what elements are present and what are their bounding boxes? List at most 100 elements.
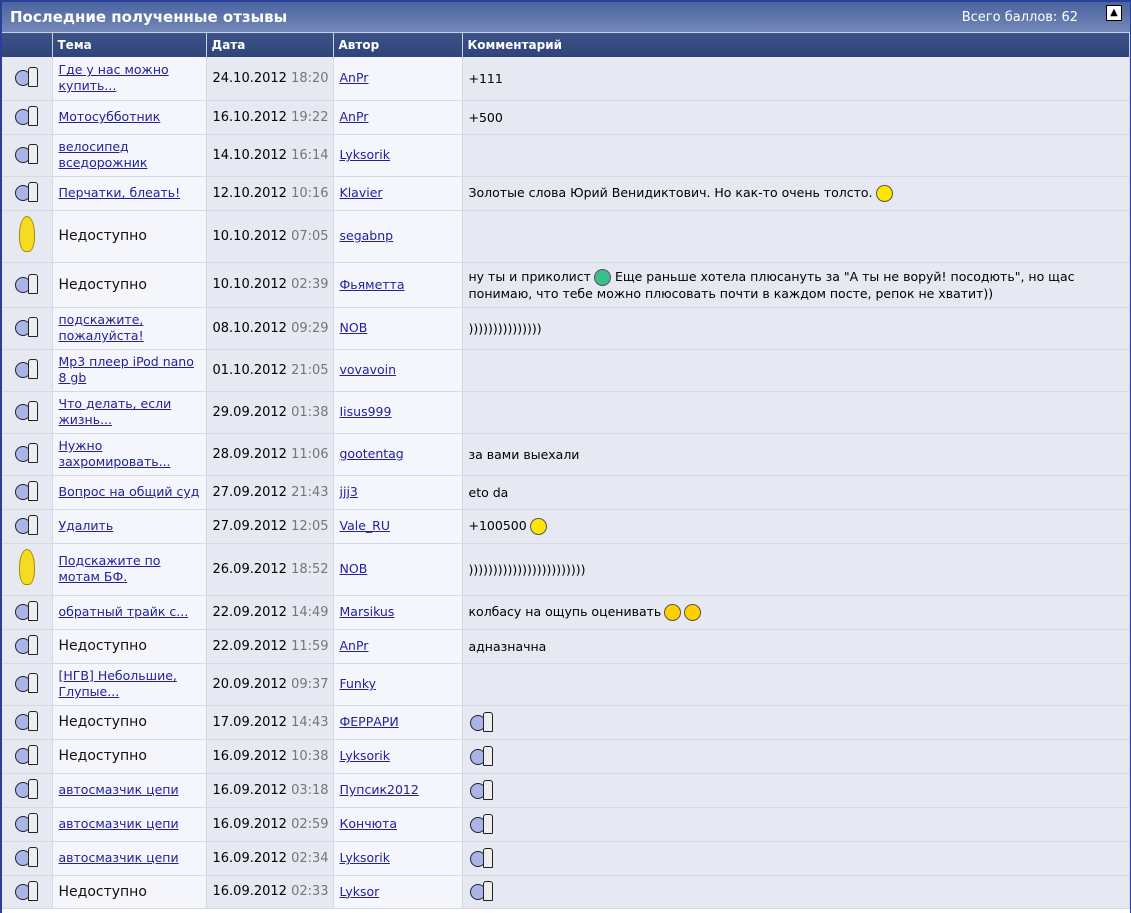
date-cell: 01.10.2012 21:05 bbox=[206, 349, 334, 392]
thumbs-up-smiley-icon bbox=[14, 514, 40, 535]
time: 09:29 bbox=[291, 320, 329, 336]
comment-cell bbox=[462, 807, 1130, 842]
table-row: Недоступно 10.10.2012 02:39 Фьяметта ну … bbox=[2, 262, 1130, 308]
rating-cell bbox=[2, 210, 53, 263]
author-link[interactable]: ФЕРРАРИ bbox=[340, 714, 399, 729]
table-row: Mp3 плеер iPod nano 8 gb 01.10.2012 21:0… bbox=[2, 349, 1130, 392]
author-link[interactable]: Klavier bbox=[340, 185, 383, 200]
author-link[interactable]: jjj3 bbox=[340, 484, 358, 499]
topic-unavailable: Недоступно bbox=[58, 714, 147, 730]
author-link[interactable]: Кончюта bbox=[340, 816, 398, 831]
thumbs-up-smiley-icon bbox=[14, 105, 40, 126]
author-link[interactable]: Фьяметта bbox=[340, 277, 405, 292]
author-link[interactable]: gootentag bbox=[340, 446, 404, 461]
author-link[interactable]: Lyksorik bbox=[340, 748, 390, 763]
author-link[interactable]: vovavoin bbox=[340, 362, 397, 377]
topic-link[interactable]: автосмазчик цепи bbox=[59, 782, 179, 797]
comment-cell: +500 bbox=[462, 100, 1130, 135]
topic-cell: Нужно захромировать... bbox=[52, 433, 207, 476]
author-cell: segabnp bbox=[333, 210, 463, 263]
date-cell: 27.09.2012 21:43 bbox=[206, 475, 334, 510]
comment-cell: )))))))))))))))))))))))) bbox=[462, 543, 1130, 596]
topic-link[interactable]: Mp3 плеер iPod nano 8 gb bbox=[59, 354, 194, 385]
time: 03:18 bbox=[291, 782, 329, 798]
date: 08.10.2012 bbox=[212, 320, 287, 336]
rating-cell bbox=[2, 475, 53, 510]
topic-link[interactable]: автосмазчик цепи bbox=[59, 816, 179, 831]
thumbs-up-smiley-icon bbox=[469, 813, 495, 834]
topic-link[interactable]: Нужно захромировать... bbox=[59, 438, 171, 469]
smile-smiley-icon bbox=[529, 517, 547, 535]
date: 01.10.2012 bbox=[212, 362, 287, 378]
comment-cell bbox=[462, 663, 1130, 706]
topic-link[interactable]: Удалить bbox=[59, 518, 114, 533]
author-link[interactable]: Lyksorik bbox=[340, 850, 390, 865]
date: 16.09.2012 bbox=[212, 884, 287, 899]
date: 28.09.2012 bbox=[212, 446, 287, 462]
topic-link[interactable]: подскажите, пожалуйста! bbox=[59, 312, 144, 343]
topic-unavailable: Недоступно bbox=[58, 883, 147, 900]
author-link[interactable]: Lyksorik bbox=[340, 147, 390, 162]
thumbs-up-smiley-icon bbox=[469, 847, 495, 868]
author-cell: Lyksor bbox=[333, 875, 463, 909]
author-link[interactable]: segabnp bbox=[340, 228, 394, 243]
topic-link[interactable]: [НГВ] Небольшие, Глупые... bbox=[59, 668, 177, 699]
col-icon bbox=[2, 33, 53, 57]
author-link[interactable]: AnPr bbox=[340, 109, 369, 124]
date-cell: 12.10.2012 10:16 bbox=[206, 176, 334, 211]
date-cell: 27.09.2012 12:05 bbox=[206, 509, 334, 544]
date-cell: 22.09.2012 14:49 bbox=[206, 595, 334, 630]
topic-cell: Недоступно bbox=[52, 739, 207, 774]
comment-cell: eto da bbox=[462, 475, 1130, 510]
dancing-banana-icon bbox=[18, 549, 35, 585]
topic-link[interactable]: обратный трайк с... bbox=[59, 604, 189, 619]
thumbs-up-smiley-icon bbox=[14, 846, 40, 867]
topic-link[interactable]: Подскажите по мотам БФ. bbox=[59, 553, 161, 584]
author-link[interactable]: Vale_RU bbox=[340, 518, 391, 533]
table-row: автосмазчик цепи 16.09.2012 02:59 Кончют… bbox=[2, 807, 1130, 842]
date: 24.10.2012 bbox=[212, 70, 287, 86]
author-link[interactable]: AnPr bbox=[340, 70, 369, 85]
topic-link[interactable]: Где у нас можно купить... bbox=[59, 62, 169, 93]
author-link[interactable]: Iisus999 bbox=[340, 404, 392, 419]
topic-link[interactable]: велосипед вседорожник bbox=[59, 139, 148, 170]
comment-text: колбасу на ощупь оценивать bbox=[468, 603, 662, 619]
date: 29.09.2012 bbox=[212, 404, 287, 420]
date: 12.10.2012 bbox=[212, 185, 287, 201]
author-link[interactable]: Пупсик2012 bbox=[340, 782, 419, 797]
comment-text: +500 bbox=[468, 109, 503, 125]
date-cell: 10.10.2012 02:39 bbox=[206, 262, 334, 308]
time: 21:43 bbox=[291, 484, 329, 500]
topic-cell: [НГВ] Небольшие, Глупые... bbox=[52, 663, 207, 706]
author-link[interactable]: NOB bbox=[340, 320, 368, 335]
comment-cell bbox=[462, 841, 1130, 876]
time: 12:05 bbox=[291, 518, 329, 534]
topic-link[interactable]: Перчатки, блеать! bbox=[59, 185, 181, 200]
date-cell: 16.09.2012 02:59 bbox=[206, 807, 334, 842]
date: 16.09.2012 bbox=[212, 816, 287, 832]
rating-cell bbox=[2, 391, 53, 434]
time: 18:20 bbox=[291, 70, 329, 86]
date-cell: 08.10.2012 09:29 bbox=[206, 307, 334, 350]
topic-cell: Недоступно bbox=[52, 210, 207, 263]
thumbs-up-smiley-icon bbox=[14, 744, 40, 765]
author-cell: AnPr bbox=[333, 629, 463, 664]
topic-link[interactable]: Мотосубботник bbox=[59, 109, 161, 124]
date: 16.09.2012 bbox=[212, 850, 287, 866]
time: 21:05 bbox=[291, 362, 329, 378]
table-row: Перчатки, блеать! 12.10.2012 10:16 Klavi… bbox=[2, 176, 1130, 211]
topic-link[interactable]: Что делать, если жизнь... bbox=[59, 396, 172, 427]
topic-cell: автосмазчик цепи bbox=[52, 841, 207, 876]
author-link[interactable]: Funky bbox=[340, 676, 377, 691]
topic-link[interactable]: Вопрос на общий суд bbox=[59, 484, 200, 499]
comment-cell: Золотые слова Юрий Венидиктович. Но как-… bbox=[462, 176, 1130, 211]
comment-cell bbox=[462, 134, 1130, 177]
topic-unavailable: Недоступно bbox=[58, 276, 147, 293]
author-link[interactable]: AnPr bbox=[340, 638, 369, 653]
author-link[interactable]: Marsikus bbox=[340, 604, 395, 619]
author-link[interactable]: Lyksor bbox=[340, 884, 380, 899]
topic-link[interactable]: автосмазчик цепи bbox=[59, 850, 179, 865]
scroll-top-icon[interactable]: ▲ bbox=[1106, 5, 1122, 21]
author-link[interactable]: NOB bbox=[340, 561, 368, 576]
green-smiley-icon bbox=[593, 268, 611, 286]
